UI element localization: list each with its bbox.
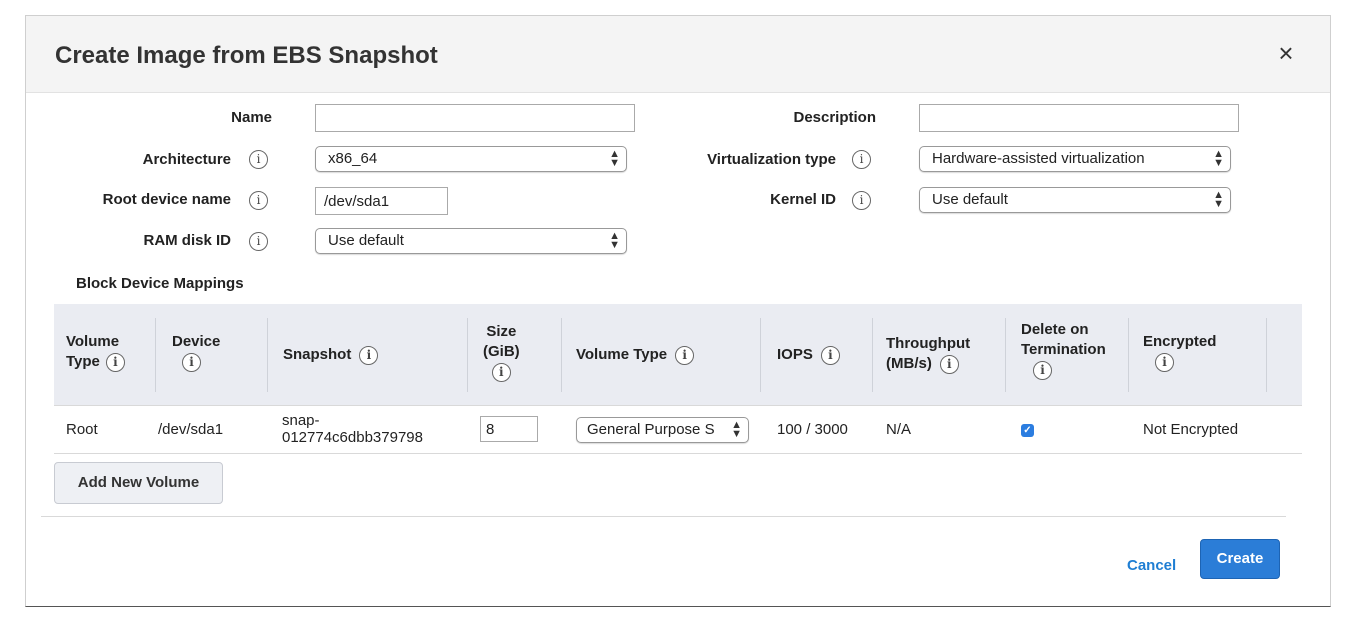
architecture-value: x86_64 <box>328 150 378 167</box>
header-text-line2: (MB/s) i <box>886 354 970 374</box>
col-device-header: Device i <box>172 332 220 372</box>
snapshot-id-part1: snap- <box>282 412 320 429</box>
description-input[interactable] <box>919 104 1239 132</box>
info-icon[interactable]: i <box>182 352 201 372</box>
add-new-volume-button[interactable]: Add New Volume <box>54 462 223 504</box>
footer-divider <box>41 516 1286 517</box>
header-text-line2: Type i <box>66 352 125 372</box>
column-divider <box>467 318 468 392</box>
header-text: Throughput <box>886 335 971 352</box>
col-delete-on-termination-header: Delete on Termination i <box>1021 320 1106 380</box>
virtualization-type-value: Hardware-assisted virtualization <box>932 150 1145 167</box>
header-text-line2: i <box>1143 352 1216 372</box>
name-label: Name <box>231 109 272 126</box>
col-size-header: Size (GiB) i <box>483 322 520 382</box>
select-arrows-icon: ▲ ▼ <box>729 419 742 440</box>
info-icon[interactable]: i <box>491 362 511 382</box>
ram-disk-id-info-icon[interactable]: i <box>249 232 268 251</box>
architecture-select[interactable]: x86_64 ▲ ▼ <box>315 146 627 172</box>
header-text: Snapshot <box>283 346 352 363</box>
column-divider <box>1005 318 1006 392</box>
column-divider <box>872 318 873 392</box>
dialog-title: Create Image from EBS Snapshot <box>55 42 438 69</box>
create-button[interactable]: Create <box>1200 539 1280 579</box>
root-device-name-label: Root device name <box>102 191 231 208</box>
ram-disk-id-select[interactable]: Use default ▲ ▼ <box>315 228 627 254</box>
column-divider <box>1128 318 1129 392</box>
cell-volume-type: Root <box>66 421 98 438</box>
col-snapshot-header: Snapshot i <box>283 345 379 365</box>
header-text: (MB/s) <box>886 355 932 372</box>
kernel-id-info-icon[interactable]: i <box>852 191 871 210</box>
column-divider <box>155 318 156 392</box>
header-text: Device <box>172 333 221 350</box>
info-icon[interactable]: i <box>359 345 379 365</box>
create-image-dialog: Create Image from EBS Snapshot × Name De… <box>25 15 1331 607</box>
snapshot-id-part2: 012774c6dbb379798 <box>282 429 423 446</box>
kernel-id-value: Use default <box>932 191 1008 208</box>
select-arrows-icon: ▲ ▼ <box>1213 148 1224 169</box>
close-icon[interactable]: × <box>1275 40 1297 66</box>
size-input[interactable] <box>480 416 538 442</box>
block-device-table: Volume Type i Device i Snapshot i Size (Gi… <box>54 304 1302 454</box>
header-text: Type <box>66 353 100 370</box>
cell-device: /dev/sda1 <box>158 421 224 438</box>
virtualization-type-select[interactable]: Hardware-assisted virtualization ▲ ▼ <box>919 146 1231 172</box>
table-row: Root /dev/sda1 snap- 012774c6dbb379798 G… <box>54 406 1302 454</box>
column-divider <box>267 318 268 392</box>
delete-on-termination-checkbox[interactable]: ✓ <box>1021 424 1034 437</box>
select-arrows-icon: ▲ ▼ <box>609 148 620 169</box>
col-ebs-volume-type-header: Volume Type i <box>576 345 695 365</box>
ram-disk-id-label: RAM disk ID <box>143 232 231 249</box>
header-text: Volume Type <box>576 346 668 363</box>
header-text-line2: i <box>172 352 220 372</box>
dialog-header: Create Image from EBS Snapshot × <box>26 16 1330 93</box>
info-icon[interactable]: i <box>939 354 959 374</box>
header-text: (GiB) <box>483 343 520 360</box>
header-text-line3: i <box>483 362 520 382</box>
cell-iops: 100 / 3000 <box>777 421 848 438</box>
block-device-mappings-title: Block Device Mappings <box>76 275 244 292</box>
ram-disk-id-value: Use default <box>328 232 404 249</box>
root-device-name-input[interactable] <box>315 187 448 215</box>
column-divider <box>561 318 562 392</box>
select-arrows-icon: ▲ ▼ <box>609 230 620 251</box>
description-label: Description <box>793 109 876 126</box>
column-divider <box>1266 318 1267 392</box>
select-arrows-icon: ▲ ▼ <box>1213 189 1224 210</box>
info-icon[interactable]: i <box>675 345 695 365</box>
kernel-id-select[interactable]: Use default ▲ ▼ <box>919 187 1231 213</box>
col-encrypted-header: Encrypted i <box>1143 332 1216 372</box>
virtualization-type-label: Virtualization type <box>707 151 836 168</box>
col-volume-type-header: Volume Type i <box>66 332 125 372</box>
root-device-name-info-icon[interactable]: i <box>249 191 268 210</box>
architecture-label: Architecture <box>142 151 231 168</box>
col-iops-header: IOPS i <box>777 345 840 365</box>
cell-snapshot: snap- 012774c6dbb379798 <box>282 412 423 446</box>
header-text: IOPS <box>777 346 813 363</box>
cell-encrypted: Not Encrypted <box>1143 421 1239 438</box>
info-icon[interactable]: i <box>820 345 840 365</box>
table-header: Volume Type i Device i Snapshot i Size (Gi… <box>54 304 1302 406</box>
col-throughput-header: Throughput (MB/s) i <box>886 334 970 374</box>
header-text-line3: i <box>1021 360 1106 380</box>
header-text: Size <box>486 323 517 340</box>
name-input[interactable] <box>315 104 635 132</box>
header-text: Termination <box>1021 341 1106 358</box>
architecture-info-icon[interactable]: i <box>249 150 268 169</box>
info-icon[interactable]: i <box>1033 360 1052 380</box>
info-icon[interactable]: i <box>1155 352 1174 372</box>
ebs-volume-type-value: General Purpose S <box>587 421 715 438</box>
header-text: Volume <box>66 333 120 350</box>
kernel-id-label: Kernel ID <box>770 191 836 208</box>
cell-throughput: N/A <box>886 421 912 438</box>
virtualization-type-info-icon[interactable]: i <box>852 150 871 169</box>
header-text: Delete on <box>1021 321 1089 338</box>
ebs-volume-type-select[interactable]: General Purpose S ▲ ▼ <box>576 417 749 443</box>
header-text: Encrypted <box>1143 333 1217 350</box>
column-divider <box>760 318 761 392</box>
info-icon[interactable]: i <box>105 352 125 372</box>
cancel-link[interactable]: Cancel <box>1127 557 1176 574</box>
